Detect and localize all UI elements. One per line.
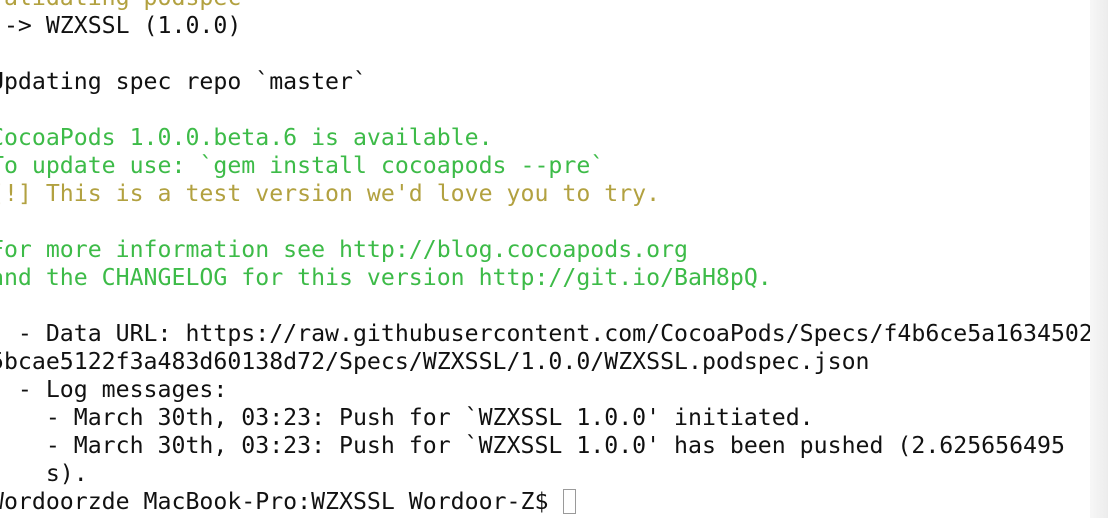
shell-prompt: Wordoorzde MacBook-Pro:WZXSSL Wordoor-Z$ [0,488,563,515]
output-line: To update use: `gem install cocoapods --… [0,152,605,179]
output-line: - March 30th, 03:23: Push for `WZXSSL 1.… [0,404,814,431]
output-line: and the CHANGELOG for this version http:… [0,264,772,291]
block-cursor-icon[interactable] [563,489,577,514]
output-line: s). [45,460,88,487]
prompt-line[interactable]: Wordoorzde MacBook-Pro:WZXSSL Wordoor-Z$ [0,488,577,516]
output-line: Updating spec repo `master` [0,68,367,95]
output-line: Validating podspec [0,0,241,12]
output-line: - Log messages: [0,376,228,403]
scrollbar-track[interactable] [1090,0,1108,518]
output-line: CocoaPods 1.0.0.beta.6 is available. [0,124,493,151]
terminal-window[interactable]: Validating podspec -> WZXSSL (1.0.0) Upd… [0,0,1108,518]
output-line: -> WZXSSL (1.0.0) [0,12,242,39]
output-line: [!] This is a test version we'd love you… [0,180,661,207]
output-line: - Data URL: https://raw.githubuserconten… [0,320,1107,347]
output-line: - March 30th, 03:23: Push for `WZXSSL 1.… [0,432,1065,459]
output-line: 5bcae5122f3a483d60138d72/Specs/WZXSSL/1.… [0,348,870,375]
output-line: For more information see http://blog.coc… [0,236,689,263]
